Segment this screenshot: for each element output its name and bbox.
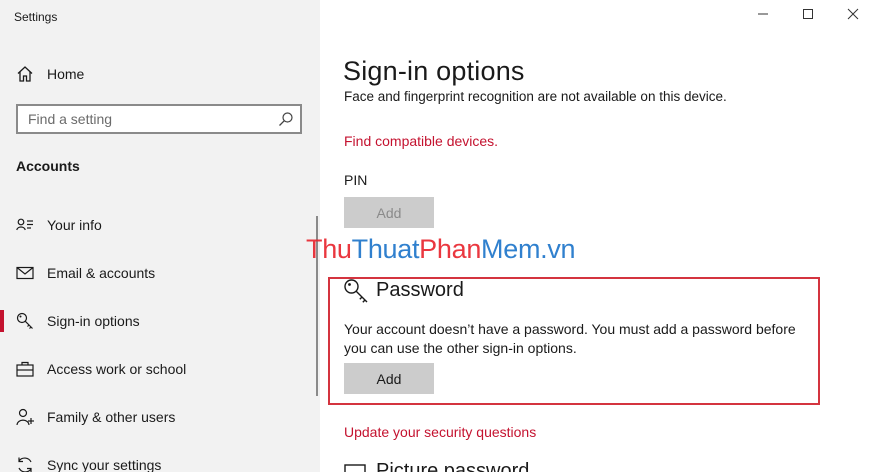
picture-password-clip: Picture password xyxy=(344,458,644,472)
sidebar-item-label: Access work or school xyxy=(47,361,187,377)
password-description: Your account doesn’t have a password. Yo… xyxy=(344,321,796,356)
face-notice-text: Face and fingerprint recognition are not… xyxy=(344,89,727,104)
active-indicator xyxy=(0,310,4,332)
sidebar: Settings Home Accounts Your info Email &… xyxy=(0,0,320,472)
sidebar-item-access-work[interactable]: Access work or school xyxy=(0,349,312,389)
security-questions-link[interactable]: Update your security questions xyxy=(344,424,536,440)
sidebar-item-email-accounts[interactable]: Email & accounts xyxy=(0,253,312,293)
close-button[interactable] xyxy=(830,0,876,32)
maximize-icon xyxy=(802,7,814,25)
search-box[interactable] xyxy=(16,104,302,134)
find-devices-link[interactable]: Find compatible devices. xyxy=(344,133,498,149)
email-icon xyxy=(16,264,34,282)
watermark-part4: Mem xyxy=(481,234,541,264)
watermark: ThuThuatPhanMem.vn xyxy=(306,234,576,265)
picture-icon xyxy=(344,464,366,472)
home-icon xyxy=(16,65,34,83)
briefcase-icon xyxy=(16,360,34,378)
search-input[interactable] xyxy=(18,106,278,132)
sidebar-item-label: Family & other users xyxy=(47,409,176,425)
family-icon xyxy=(16,408,34,426)
sidebar-item-label: Sign-in options xyxy=(47,313,140,329)
minimize-button[interactable] xyxy=(740,0,786,32)
sidebar-item-label: Email & accounts xyxy=(47,265,156,281)
key-icon xyxy=(16,312,34,330)
sync-icon xyxy=(16,456,34,472)
face-notice-clip: Face and fingerprint recognition are not… xyxy=(344,86,864,104)
watermark-part3: Phan xyxy=(419,234,482,264)
password-add-button[interactable]: Add xyxy=(344,363,434,394)
sidebar-item-label: Your info xyxy=(47,217,102,233)
sidebar-item-sync[interactable]: Sync your settings xyxy=(0,445,312,472)
home-label: Home xyxy=(47,66,85,82)
app-title: Settings xyxy=(14,10,58,24)
pin-add-button[interactable]: Add xyxy=(344,197,434,228)
maximize-button[interactable] xyxy=(785,0,831,32)
watermark-part1: Thu xyxy=(306,234,352,264)
sidebar-item-sign-in-options[interactable]: Sign-in options xyxy=(0,301,312,341)
pin-label: PIN xyxy=(344,172,368,188)
sidebar-item-label: Sync your settings xyxy=(47,457,162,472)
minimize-icon xyxy=(757,7,769,25)
watermark-part2: Thuat xyxy=(351,234,420,264)
picture-password-title: Picture password xyxy=(376,460,530,472)
sidebar-item-your-info[interactable]: Your info xyxy=(0,205,312,245)
close-icon xyxy=(847,7,859,25)
sidebar-item-family[interactable]: Family & other users xyxy=(0,397,312,437)
your-info-icon xyxy=(16,216,34,234)
search-icon[interactable] xyxy=(278,111,294,127)
password-key-icon xyxy=(343,278,369,304)
watermark-part5: .vn xyxy=(540,234,576,264)
section-heading: Accounts xyxy=(16,158,80,174)
home-nav-item[interactable]: Home xyxy=(16,64,84,84)
page-title: Sign-in options xyxy=(343,56,525,86)
password-title: Password xyxy=(376,279,464,301)
